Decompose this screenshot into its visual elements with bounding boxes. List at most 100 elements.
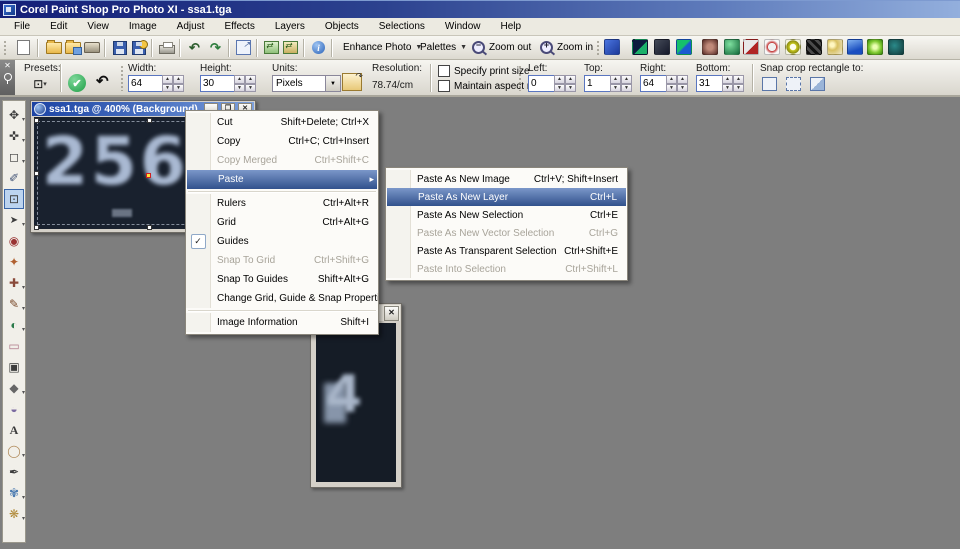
makeover-tool-button[interactable]: ✦ — [4, 252, 24, 272]
menu-adjust[interactable]: Adjust — [167, 19, 215, 35]
spin-up-icon[interactable]: ▲ — [666, 75, 677, 84]
menu-image[interactable]: Image — [119, 19, 167, 35]
undo-icon[interactable]: ↶ — [185, 38, 204, 57]
bottom-input[interactable] — [696, 75, 722, 92]
toolbar-drag-handle[interactable] — [120, 65, 124, 91]
capture-icon[interactable] — [262, 38, 281, 57]
art-media-tool-button[interactable]: ❋▾ — [4, 504, 24, 524]
toolbar-drag-handle[interactable] — [3, 40, 7, 56]
spin-up-icon[interactable]: ▲ — [610, 75, 621, 84]
paint-brush-tool-button[interactable]: ✎▾ — [4, 294, 24, 314]
crop-handle-top-left[interactable] — [34, 118, 39, 123]
spin-up-icon[interactable]: ▲ — [162, 75, 173, 84]
crop-handle-left-mid[interactable] — [34, 171, 39, 176]
crop-handle-bottom-mid[interactable] — [147, 225, 152, 230]
crop-tool-button[interactable]: ⊡ — [4, 189, 24, 209]
spin-down-icon[interactable]: ▼ — [162, 84, 173, 93]
menu-selections[interactable]: Selections — [369, 19, 435, 35]
script-icon-14[interactable] — [888, 39, 904, 55]
spin-down-icon[interactable]: ▼ — [554, 84, 565, 93]
selection-tool-button[interactable]: ◻▾ — [4, 147, 24, 167]
save-as-icon[interactable] — [129, 38, 148, 57]
apply-button[interactable]: ✔ — [68, 74, 86, 92]
picture-tube-tool-button[interactable]: ✾▾ — [4, 483, 24, 503]
menu-item-copy[interactable]: Copy Ctrl+C; Ctrl+Insert — [186, 132, 378, 151]
menu-edit[interactable]: Edit — [40, 19, 77, 35]
pick-tool-button[interactable]: ➤▾ — [4, 210, 24, 230]
menu-window[interactable]: Window — [435, 19, 491, 35]
background-eraser-tool-button[interactable]: ◒ — [4, 399, 24, 419]
pen-tool-button[interactable]: ✒ — [4, 462, 24, 482]
spin-up-icon[interactable]: ▲ — [733, 75, 744, 84]
script-icon-6[interactable] — [724, 39, 740, 55]
menu-view[interactable]: View — [77, 19, 119, 35]
clone-brush-tool-button[interactable]: ▣ — [4, 357, 24, 377]
menu-item-rulers[interactable]: Rulers Ctrl+Alt+R — [186, 194, 378, 213]
move-tool-button[interactable]: ✜▾ — [4, 126, 24, 146]
color-changer-tool-button[interactable]: ◐▾ — [4, 315, 24, 335]
image-information-icon[interactable]: i — [309, 38, 328, 57]
close-button[interactable]: ✕ — [384, 306, 399, 321]
submenu-item-paste-as-transparent-selection[interactable]: Paste As Transparent Selection Ctrl+Shif… — [386, 242, 627, 260]
submenu-item-paste-as-new-layer[interactable]: Paste As New Layer Ctrl+L — [387, 188, 626, 206]
spin-up-icon[interactable]: ▲ — [554, 75, 565, 84]
dropper-tool-button[interactable]: ✐ — [4, 168, 24, 188]
script-icon-9[interactable] — [785, 39, 801, 55]
crop-handle-top-mid[interactable] — [147, 118, 152, 123]
spin-up-icon[interactable]: ▲ — [173, 75, 184, 84]
toolbar-drag-handle[interactable] — [596, 40, 600, 56]
menu-item-grid[interactable]: Grid Ctrl+Alt+G — [186, 213, 378, 232]
script-icon-11[interactable] — [827, 39, 843, 55]
resize-icon[interactable] — [234, 38, 253, 57]
spin-down-icon[interactable]: ▼ — [666, 84, 677, 93]
menu-layers[interactable]: Layers — [265, 19, 315, 35]
zoom-in-button[interactable]: + Zoom in — [534, 38, 599, 57]
script-icon-4[interactable] — [676, 39, 692, 55]
snap-to-layer-icon[interactable] — [762, 77, 777, 91]
menu-item-change-grid-guide-snap-properties[interactable]: Change Grid, Guide & Snap Properties... — [186, 289, 378, 308]
spin-down-icon[interactable]: ▼ — [173, 84, 184, 93]
pin-icon[interactable] — [4, 73, 12, 81]
width-input[interactable] — [128, 75, 162, 92]
close-icon[interactable]: ✕ — [4, 62, 11, 70]
snap-to-merged-icon[interactable] — [810, 77, 825, 91]
spin-up-icon[interactable]: ▲ — [245, 75, 256, 84]
spin-up-icon[interactable]: ▲ — [621, 75, 632, 84]
redo-icon[interactable]: ↷ — [206, 38, 225, 57]
script-icon-7[interactable] — [743, 39, 759, 55]
print-icon[interactable] — [157, 38, 176, 57]
submenu-item-paste-as-new-selection[interactable]: Paste As New Selection Ctrl+E — [386, 206, 627, 224]
script-icon-3[interactable] — [654, 39, 670, 55]
new-file-icon[interactable] — [14, 38, 33, 57]
cosmetic-brush-tool-button[interactable]: ✚▾ — [4, 273, 24, 293]
crop-anchor[interactable] — [146, 173, 151, 178]
text-tool-button[interactable]: A — [4, 420, 24, 440]
preset-shape-tool-button[interactable]: ◯▾ — [4, 441, 24, 461]
crop-handle-bottom-left[interactable] — [34, 225, 39, 230]
swap-dimensions-icon[interactable] — [342, 73, 362, 91]
height-input[interactable] — [200, 75, 234, 92]
spin-down-icon[interactable]: ▼ — [565, 84, 576, 93]
left-input[interactable] — [528, 75, 554, 92]
reset-button[interactable]: ↷ — [96, 72, 109, 90]
spin-down-icon[interactable]: ▼ — [610, 84, 621, 93]
scan-icon[interactable] — [82, 38, 101, 57]
menu-file[interactable]: File — [4, 19, 40, 35]
pan-tool-button[interactable]: ✥▾ — [4, 105, 24, 125]
spin-up-icon[interactable]: ▲ — [677, 75, 688, 84]
presets-dropdown-button[interactable]: ⊡ ▾ — [26, 74, 54, 93]
menu-item-cut[interactable]: Cut Shift+Delete; Ctrl+X — [186, 113, 378, 132]
flood-fill-tool-button[interactable]: ◆▾ — [4, 378, 24, 398]
eraser-tool-button[interactable]: ▭ — [4, 336, 24, 356]
spin-up-icon[interactable]: ▲ — [565, 75, 576, 84]
script-icon-13[interactable] — [867, 39, 883, 55]
menu-item-image-information[interactable]: Image Information Shift+I — [186, 313, 378, 332]
import-icon[interactable] — [281, 38, 300, 57]
spin-down-icon[interactable]: ▼ — [677, 84, 688, 93]
units-select[interactable]: Pixels ▼ — [272, 75, 341, 92]
right-input[interactable] — [640, 75, 666, 92]
script-icon-10[interactable] — [806, 39, 822, 55]
zoom-out-button[interactable]: − Zoom out — [466, 38, 537, 57]
menu-objects[interactable]: Objects — [315, 19, 369, 35]
script-icon-5[interactable] — [702, 39, 718, 55]
